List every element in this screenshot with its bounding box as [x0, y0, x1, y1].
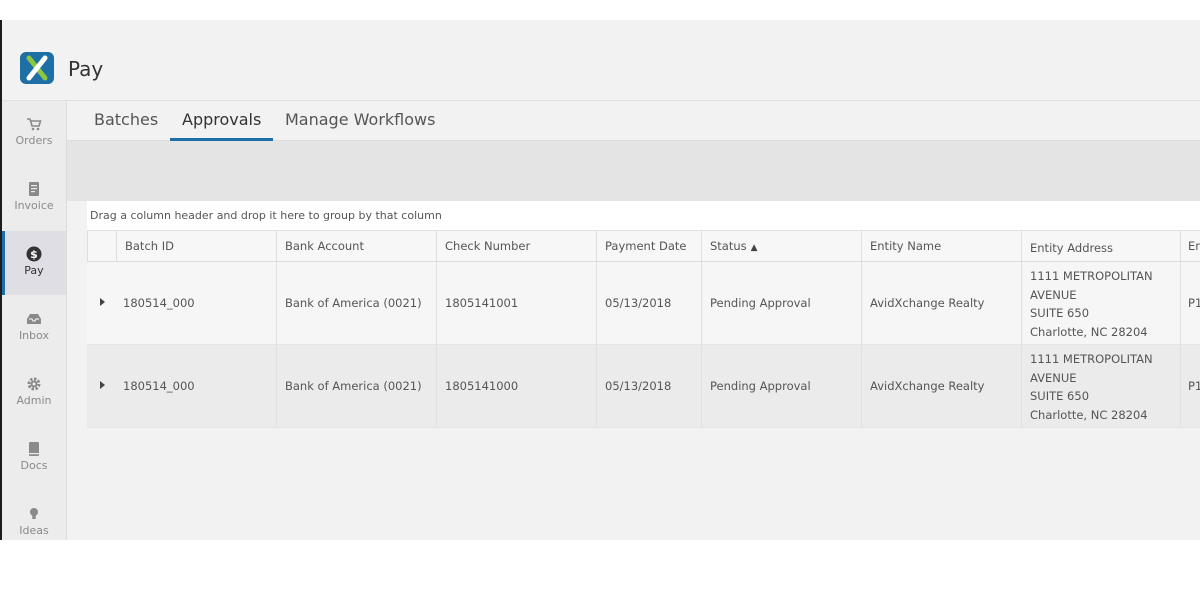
svg-text:$: $ — [30, 248, 38, 261]
expand-row-icon[interactable] — [100, 381, 105, 389]
sidebar-item-label: Admin — [16, 394, 52, 407]
cell-en-truncated: P1 — [1180, 262, 1200, 344]
sidebar-item-label: Ideas — [19, 524, 49, 537]
cell-entity-address: 1111 METROPOLITAN AVENUE SUITE 650 Charl… — [1021, 345, 1180, 427]
sidebar-item-label: Pay — [24, 264, 44, 277]
approvals-grid: Drag a column header and drop it here to… — [87, 201, 1200, 540]
header-en-truncated[interactable]: En — [1180, 231, 1200, 261]
cell-payment-date: 05/13/2018 — [596, 345, 701, 427]
tab-bar: Batches Approvals Manage Workflows — [67, 101, 1200, 141]
gear-icon — [27, 377, 41, 391]
cell-entity-name: AvidXchange Realty — [861, 262, 1021, 344]
docs-icon — [29, 442, 39, 456]
header-check-number[interactable]: Check Number — [436, 231, 596, 261]
inbox-icon — [27, 314, 41, 324]
invoice-icon — [29, 182, 39, 196]
tab-batches[interactable]: Batches — [82, 110, 170, 140]
toolbar-area — [67, 141, 1200, 201]
sidebar: Orders Invoice $ Pay Inbox Admin Docs Id… — [2, 101, 67, 540]
cell-payment-date: 05/13/2018 — [596, 262, 701, 344]
grid-empty-area — [87, 428, 1200, 540]
cell-status: Pending Approval — [701, 262, 861, 344]
sidebar-item-invoice[interactable]: Invoice — [2, 166, 66, 230]
sidebar-item-orders[interactable]: Orders — [2, 101, 66, 165]
app-window: Pay Orders Invoice $ Pay Inbox Admin Doc… — [0, 20, 1200, 540]
cell-batch-id: 180514_000 — [123, 379, 195, 393]
sidebar-item-ideas[interactable]: Ideas — [2, 491, 66, 540]
tab-approvals[interactable]: Approvals — [170, 110, 274, 141]
header-batch-id[interactable]: Batch ID — [116, 231, 276, 261]
group-by-panel[interactable]: Drag a column header and drop it here to… — [87, 201, 1200, 231]
header-entity-address[interactable]: Entity Address — [1021, 231, 1180, 261]
cell-bank-account: Bank of America (0021) — [276, 345, 436, 427]
cell-en-truncated: P1 — [1180, 345, 1200, 427]
sidebar-item-label: Docs — [20, 459, 48, 472]
cell-entity-address: 1111 METROPOLITAN AVENUE SUITE 650 Charl… — [1021, 262, 1180, 344]
sort-ascending-icon: ▲ — [750, 243, 758, 253]
expand-row-icon[interactable] — [100, 298, 105, 306]
cell-check-number: 1805141001 — [436, 262, 596, 344]
app-title: Pay — [68, 57, 104, 81]
cell-status: Pending Approval — [701, 345, 861, 427]
lightbulb-icon — [30, 508, 38, 519]
cell-entity-name: AvidXchange Realty — [861, 345, 1021, 427]
header-payment-date[interactable]: Payment Date — [596, 231, 701, 261]
cell-batch-id: 180514_000 — [123, 296, 195, 310]
tab-manage-workflows[interactable]: Manage Workflows — [273, 110, 447, 140]
header-entity-name[interactable]: Entity Name — [861, 231, 1021, 261]
app-header: Pay — [2, 20, 1200, 101]
sidebar-item-label: Invoice — [14, 199, 54, 212]
table-row[interactable]: 180514_000 Bank of America (0021) 180514… — [87, 262, 1200, 345]
sidebar-item-label: Inbox — [18, 329, 50, 342]
grid-header: Batch ID Bank Account Check Number Payme… — [87, 231, 1200, 262]
sidebar-item-label: Orders — [15, 134, 53, 147]
cell-check-number: 1805141000 — [436, 345, 596, 427]
sidebar-item-pay[interactable]: $ Pay — [2, 231, 66, 295]
sidebar-item-inbox[interactable]: Inbox — [2, 296, 66, 360]
sidebar-item-docs[interactable]: Docs — [2, 426, 66, 490]
avidxchange-logo-icon[interactable] — [20, 52, 54, 84]
dollar-icon: $ — [26, 246, 42, 262]
header-expander-column — [87, 231, 116, 261]
header-status[interactable]: Status ▲ — [701, 231, 861, 261]
sidebar-item-admin[interactable]: Admin — [2, 361, 66, 425]
cell-bank-account: Bank of America (0021) — [276, 262, 436, 344]
header-bank-account[interactable]: Bank Account — [276, 231, 436, 261]
cart-icon — [27, 118, 42, 131]
table-row[interactable]: 180514_000 Bank of America (0021) 180514… — [87, 345, 1200, 428]
